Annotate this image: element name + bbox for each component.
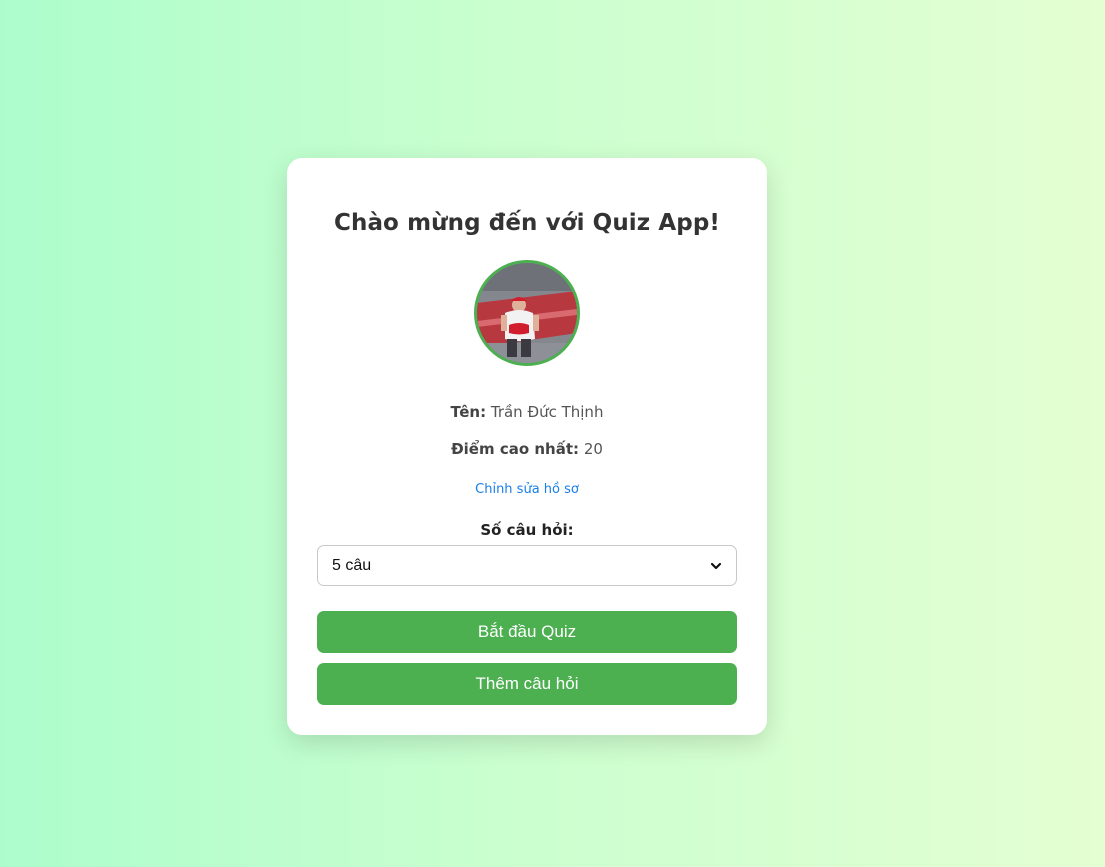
avatar <box>474 260 580 366</box>
high-score-value: 20 <box>583 440 603 458</box>
chevron-down-icon <box>710 562 722 569</box>
avatar-photo <box>477 263 577 363</box>
question-count-label: Số câu hỏi: <box>480 521 574 539</box>
question-count-select[interactable]: 5 câu <box>317 545 737 586</box>
profile-name-value: Trần Đức Thịnh <box>490 403 604 421</box>
page-title: Chào mừng đến với Quiz App! <box>333 210 721 236</box>
high-score-label: Điểm cao nhất: <box>451 440 580 458</box>
start-quiz-button[interactable]: Bắt đầu Quiz <box>317 611 737 653</box>
profile-name: Tên: Trần Đức Thịnh <box>287 403 767 421</box>
add-question-button[interactable]: Thêm câu hỏi <box>317 663 737 705</box>
welcome-card: Chào mừng đến với Quiz App! Tên: Trần Đứ… <box>287 158 767 735</box>
edit-profile-link[interactable]: Chỉnh sửa hồ sơ <box>287 482 767 497</box>
question-count-selected: 5 câu <box>332 556 372 574</box>
profile-name-label: Tên: <box>450 403 487 421</box>
profile-high-score: Điểm cao nhất: 20 <box>287 440 767 458</box>
